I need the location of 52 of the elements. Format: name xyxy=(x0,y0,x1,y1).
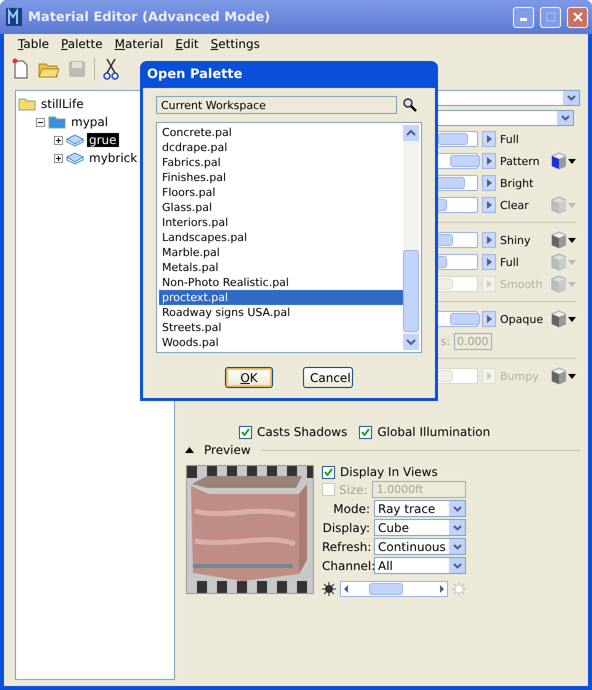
field-label: s: xyxy=(440,334,450,348)
tree-item[interactable]: grue xyxy=(87,133,119,147)
menu-item[interactable]: Material xyxy=(108,37,170,51)
property-value: Bright xyxy=(500,176,534,190)
section-title: Preview xyxy=(204,443,251,457)
file-item[interactable]: Fabrics.pal xyxy=(159,155,403,170)
select-field[interactable]: All xyxy=(374,557,466,574)
dialog-button[interactable]: OK xyxy=(225,367,273,388)
file-item[interactable]: Landscapes.pal xyxy=(159,230,403,245)
file-item[interactable]: Interiors.pal xyxy=(159,215,403,230)
dialog-title: Open Palette xyxy=(146,66,244,84)
option-checkbox[interactable]: Global Illumination xyxy=(359,425,490,439)
file-item[interactable]: Woods.pal xyxy=(159,335,403,350)
property-value: Shiny xyxy=(500,234,532,246)
file-item[interactable]: Non-Photo Realistic.pal xyxy=(159,275,403,290)
display-checkbox[interactable]: Display In Views xyxy=(322,465,466,479)
field-label: Mode: xyxy=(332,502,370,516)
value-field: 0.000 xyxy=(454,332,492,350)
file-item[interactable]: Concrete.pal xyxy=(159,125,403,140)
option-checkbox[interactable]: Casts Shadows xyxy=(239,425,348,439)
dialog-button[interactable]: Cancel xyxy=(303,367,353,388)
menu-item[interactable]: Edit xyxy=(169,37,205,51)
field-label: Size: xyxy=(339,482,368,496)
file-item[interactable]: dcdrape.pal xyxy=(159,140,403,155)
file-item[interactable]: Glass.pal xyxy=(159,200,403,215)
tree-item[interactable]: stillLife xyxy=(39,97,86,111)
file-item[interactable]: proctext.pal xyxy=(159,290,403,305)
file-item[interactable]: Finishes.pal xyxy=(159,170,403,185)
property-value: Smooth xyxy=(500,278,544,290)
property-value: Clear xyxy=(500,198,530,212)
menu-item[interactable]: Table xyxy=(12,37,56,51)
property-value: Full xyxy=(500,256,520,268)
file-item[interactable]: Roadway signs USA.pal xyxy=(159,305,403,320)
field-label: Refresh: xyxy=(322,540,370,554)
select-field[interactable]: Continuous xyxy=(374,538,466,555)
field-label: Display: xyxy=(322,520,370,534)
file-item[interactable]: Streets.pal xyxy=(159,320,403,335)
select-field[interactable]: Ray trace xyxy=(374,500,466,517)
file-item[interactable]: Floors.pal xyxy=(159,185,403,200)
tree-item[interactable]: mybrick xyxy=(87,151,140,165)
file-item[interactable]: Metals.pal xyxy=(159,260,403,275)
property-value: Pattern xyxy=(500,154,541,168)
property-value: Bumpy xyxy=(500,370,540,382)
window-title: Material Editor (Advanced Mode) xyxy=(28,10,272,24)
menu-item[interactable]: Settings xyxy=(204,37,266,51)
location-field[interactable]: Current Workspace xyxy=(156,96,397,114)
property-value: Full xyxy=(500,132,520,146)
file-item[interactable]: Marble.pal xyxy=(159,245,403,260)
property-value: Opaque xyxy=(500,312,544,326)
tree-item[interactable]: mypal xyxy=(69,115,110,129)
menu-item[interactable]: Palette xyxy=(55,37,109,51)
select-field[interactable]: Cube xyxy=(374,519,466,536)
